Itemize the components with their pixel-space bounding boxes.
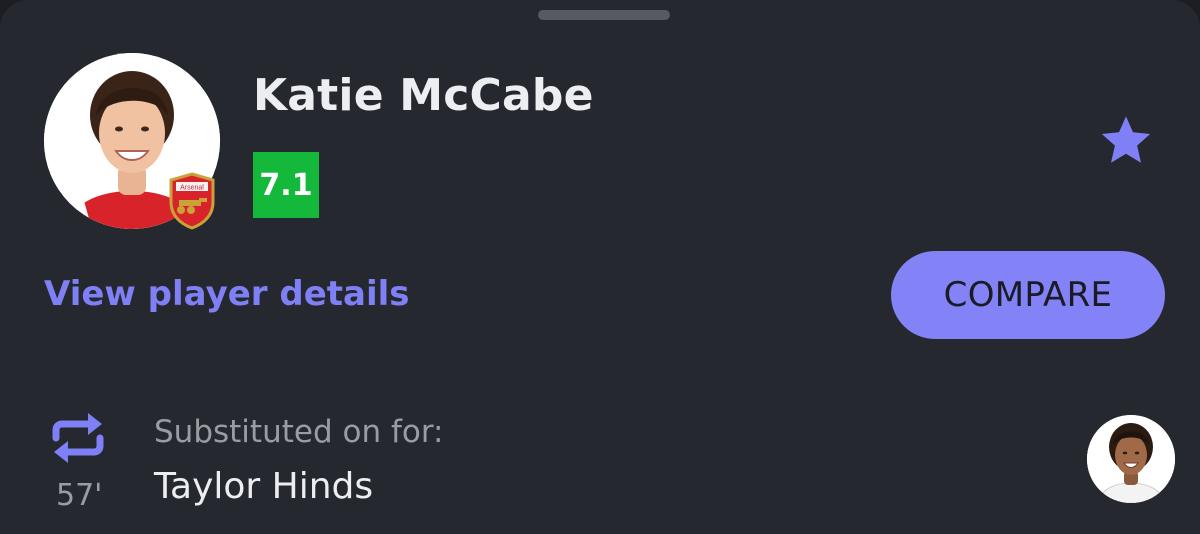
substituted-player-name[interactable]: Taylor Hinds <box>154 466 373 507</box>
substitution-minute: 57' <box>56 478 103 513</box>
substitution-icon <box>52 413 104 463</box>
substitution-label: Substituted on for: <box>154 414 444 450</box>
rating-badge: 7.1 <box>253 152 319 218</box>
substituted-player-photo <box>1087 415 1175 503</box>
club-badge-text: Arsenal <box>180 185 204 192</box>
star-icon <box>1101 116 1151 163</box>
drag-handle[interactable] <box>538 10 670 20</box>
player-sheet: Arsenal Katie McCabe 7.1 View player det… <box>0 0 1200 534</box>
favorite-button[interactable] <box>1096 112 1156 170</box>
club-badge-icon: Arsenal <box>169 172 215 230</box>
compare-button[interactable]: COMPARE <box>891 251 1165 339</box>
substituted-player-avatar[interactable] <box>1087 415 1175 503</box>
player-name: Katie McCabe <box>253 70 594 121</box>
view-player-details-link[interactable]: View player details <box>44 274 410 314</box>
